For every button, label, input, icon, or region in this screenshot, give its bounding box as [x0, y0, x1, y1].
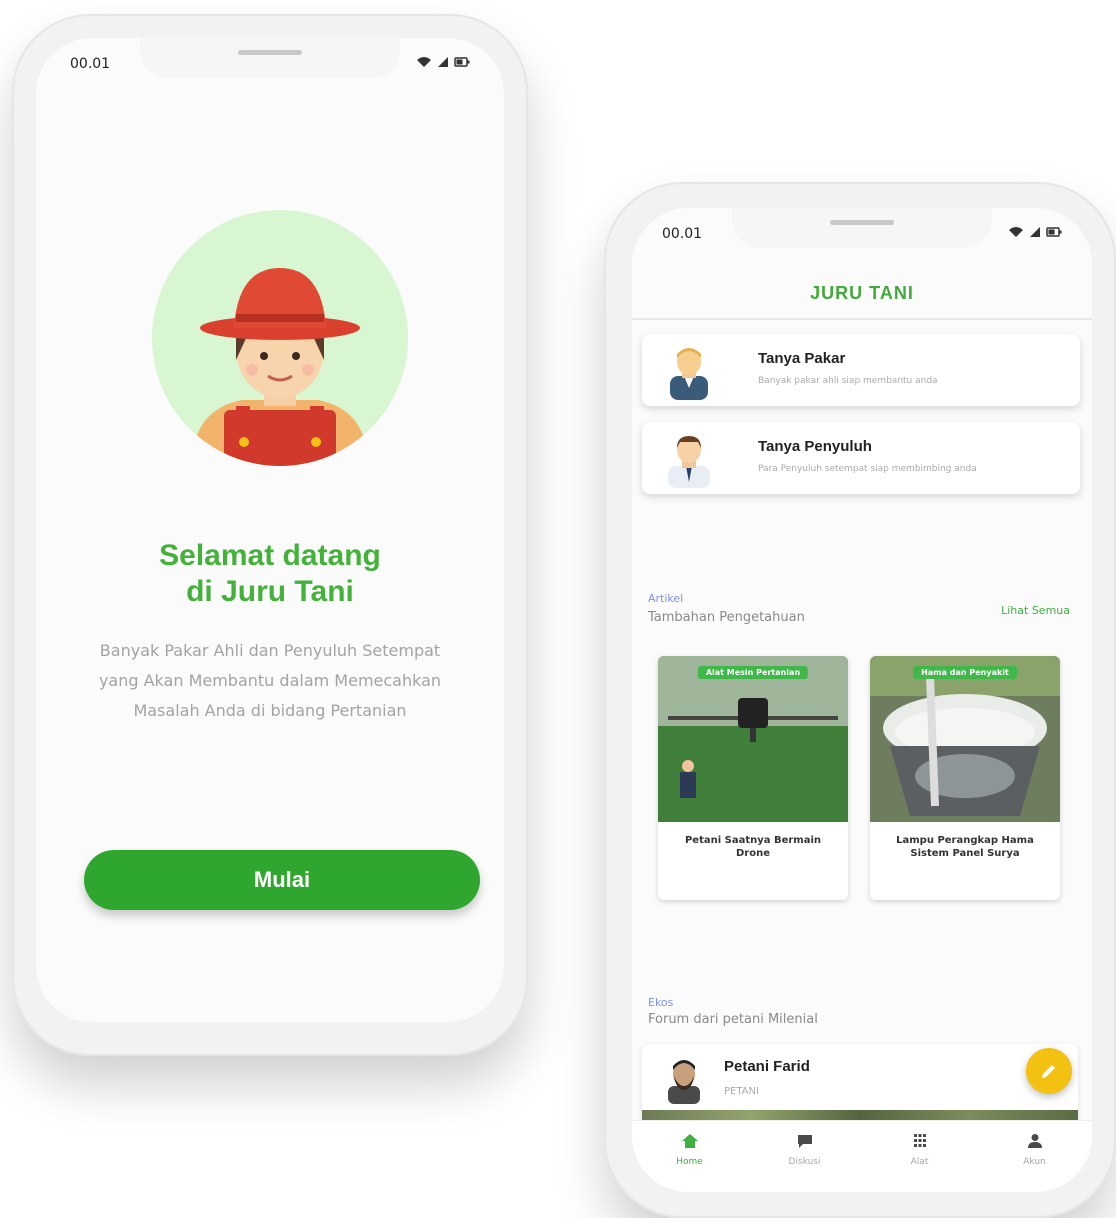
- article-image-drone: [658, 656, 848, 822]
- post-author-name: Petani Farid: [724, 1058, 810, 1075]
- wifi-icon: [1009, 227, 1023, 237]
- welcome-screen: 00.01 Selamat datang di Juru Tani Banyak…: [36, 38, 504, 1022]
- nav-label: Akun: [1023, 1157, 1046, 1167]
- battery-icon: [454, 57, 470, 67]
- nav-item-home[interactable]: Home: [632, 1121, 747, 1192]
- welcome-title: Selamat datang di Juru Tani: [36, 538, 504, 610]
- menu-card-tanya-pakar[interactable]: Tanya Pakar Banyak pakar ahli siap memba…: [642, 334, 1080, 406]
- articles-section-subtitle: Tambahan Pengetahuan: [648, 610, 805, 625]
- nav-label: Home: [676, 1157, 703, 1167]
- phone-notch: [140, 38, 400, 78]
- home-icon: [681, 1134, 698, 1148]
- post-author-role: PETANI: [724, 1086, 759, 1097]
- menu-card-title: Tanya Penyuluh: [758, 438, 872, 455]
- status-time: 00.01: [662, 226, 703, 242]
- wifi-icon: [417, 57, 431, 67]
- signal-icon: [438, 57, 448, 67]
- nav-label: Alat: [910, 1157, 929, 1167]
- welcome-title-line1: Selamat datang: [159, 539, 381, 572]
- welcome-phone-frame: 00.01 Selamat datang di Juru Tani Banyak…: [12, 14, 528, 1056]
- see-all-articles-link[interactable]: Lihat Semua: [1001, 604, 1070, 617]
- extension-officer-avatar-icon: [668, 436, 710, 488]
- bottom-navigation: Home Diskusi Alat Akun: [632, 1120, 1092, 1192]
- nav-label: Diskusi: [788, 1157, 821, 1167]
- start-button[interactable]: Mulai: [84, 850, 480, 910]
- nav-item-alat[interactable]: Alat: [862, 1121, 977, 1192]
- farmer-illustration: [192, 268, 368, 466]
- status-time: 00.01: [70, 56, 111, 72]
- article-tag: Alat Mesin Pertanian: [697, 666, 809, 679]
- menu-card-subtitle: Para Penyuluh setempat siap membimbing a…: [758, 464, 977, 474]
- menu-card-title: Tanya Pakar: [758, 350, 846, 367]
- article-title: Petani Saatnya Bermain Drone: [684, 835, 822, 859]
- home-screen: 00.01 JURU TANI Tanya Pakar Banyak pakar…: [632, 208, 1092, 1192]
- battery-icon: [1046, 227, 1062, 237]
- menu-card-subtitle: Banyak pakar ahli siap membantu anda: [758, 376, 938, 386]
- farmer-avatar: [152, 210, 408, 466]
- articles-section-label: Artikel: [648, 592, 684, 605]
- discussion-post-card[interactable]: Petani Farid PETANI: [642, 1044, 1078, 1122]
- new-post-button[interactable]: [1026, 1048, 1072, 1094]
- article-card-drone[interactable]: Alat Mesin Pertanian Petani Saatnya Berm…: [658, 656, 848, 900]
- user-icon: [1027, 1134, 1042, 1148]
- article-card-lampu-perangkap[interactable]: Hama dan Penyakit Lampu Perangkap Hama S…: [870, 656, 1060, 900]
- chat-icon: [797, 1135, 812, 1148]
- menu-card-tanya-penyuluh[interactable]: Tanya Penyuluh Para Penyuluh setempat si…: [642, 422, 1080, 494]
- app-title: JURU TANI: [810, 283, 914, 303]
- signal-icon: [1030, 227, 1040, 237]
- home-phone-frame: 00.01 JURU TANI Tanya Pakar Banyak pakar…: [604, 182, 1116, 1218]
- article-image-trap-lamp: [870, 656, 1060, 822]
- expert-avatar-icon: [670, 348, 708, 400]
- article-tag: Hama dan Penyakit: [913, 666, 1017, 679]
- app-header: JURU TANI: [632, 266, 1092, 320]
- nav-item-akun[interactable]: Akun: [977, 1121, 1092, 1192]
- welcome-description: Banyak Pakar Ahli dan Penyuluh Setempat …: [98, 641, 442, 720]
- status-icons: [416, 56, 470, 68]
- article-title: Lampu Perangkap Hama Sistem Panel Surya: [896, 835, 1034, 859]
- pencil-icon: [1042, 1065, 1055, 1078]
- phone-notch: [732, 208, 992, 248]
- discussion-section-subtitle: Forum dari petani Milenial: [648, 1012, 818, 1027]
- welcome-title-line2: di Juru Tani: [186, 575, 354, 608]
- nav-item-diskusi[interactable]: Diskusi: [747, 1121, 862, 1192]
- grid-icon: [913, 1134, 926, 1147]
- discussion-section-label: Ekos: [648, 996, 674, 1009]
- user-avatar: [668, 1060, 700, 1104]
- status-icons: [1008, 226, 1062, 238]
